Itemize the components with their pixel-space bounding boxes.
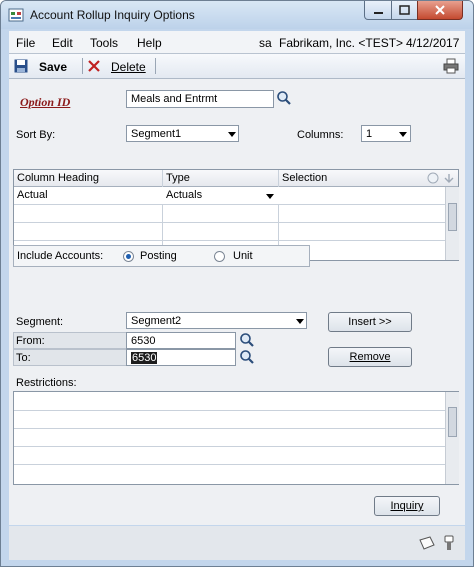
columns-label: Columns: [297,129,344,141]
close-button[interactable] [417,1,463,20]
include-accounts-label: Include Accounts: [17,250,104,262]
delete-icon [88,60,100,72]
row-divider [14,464,445,465]
lookup-icon[interactable] [239,349,255,365]
maximize-button[interactable] [391,1,418,20]
menu-tools[interactable]: Tools [90,36,118,50]
sort-by-dropdown[interactable]: Segment1 [126,125,239,142]
menu-help[interactable]: Help [137,36,162,50]
delete-button[interactable]: Delete [111,60,146,74]
type-header[interactable]: Type [166,172,190,184]
window: Account Rollup Inquiry Options File Edit… [0,0,474,567]
note-icon[interactable] [419,536,435,550]
chevron-down-icon[interactable] [266,194,274,199]
minimize-button[interactable] [364,1,392,20]
to-label: To: [16,352,31,364]
column-heading-cell[interactable]: Actual [17,189,48,201]
restrictions-list [13,391,459,485]
grid-arrow-icon[interactable] [442,171,456,185]
remove-button[interactable]: Remove [328,347,412,367]
form-body: Option ID Meals and Entrmt Sort By: Segm… [9,79,465,525]
row-divider [14,428,445,429]
toolbar: Save Delete [9,54,465,79]
from-label: From: [16,335,45,347]
segment-dropdown[interactable]: Segment2 [126,312,307,329]
posting-radio-label[interactable]: Posting [140,250,177,262]
user-id: sa [259,36,272,50]
scrollbar-thumb[interactable] [448,203,457,231]
menu-file[interactable]: File [16,36,35,50]
title-bar[interactable]: Account Rollup Inquiry Options [1,1,473,29]
help-icon[interactable] [442,535,456,551]
to-field-value[interactable]: 6530 [131,352,158,364]
option-id-label: Option ID [20,95,71,109]
menu-bar: File Edit Tools Help sa Fabrikam, Inc. <… [9,31,465,54]
window-title: Account Rollup Inquiry Options [30,8,195,22]
chevron-down-icon [399,132,407,137]
posting-radio[interactable] [123,251,134,262]
row-divider [14,446,445,447]
grid-expand-icon[interactable] [426,171,440,185]
user-date: 4/12/2017 [406,36,460,50]
grid-scrollbar[interactable] [445,187,459,260]
option-id-field[interactable]: Meals and Entrmt [126,90,274,108]
toolbar-divider [155,58,156,74]
type-cell[interactable]: Actuals [166,189,202,201]
unit-radio-label[interactable]: Unit [233,250,253,262]
print-icon[interactable] [443,58,459,74]
lookup-icon[interactable] [239,332,255,348]
inquiry-button[interactable]: Inquiry [374,496,440,516]
row-divider [14,222,445,223]
unit-radio[interactable] [214,251,225,262]
column-heading-header[interactable]: Column Heading [17,172,99,184]
save-icon [14,59,28,73]
row-divider [14,410,445,411]
save-button[interactable]: Save [39,60,67,74]
app-icon [8,8,24,22]
status-bar [9,526,465,560]
sort-by-label: Sort By: [16,129,56,141]
close-icon [435,5,445,15]
chevron-down-icon [228,132,236,137]
lookup-icon[interactable] [276,90,292,106]
toolbar-divider [82,58,83,74]
selection-header[interactable]: Selection [282,172,327,184]
from-field[interactable]: 6530 [126,332,236,349]
segment-label: Segment: [16,316,64,328]
maximize-icon [399,5,410,15]
minimize-icon [374,12,383,14]
scrollbar-thumb[interactable] [448,407,457,437]
restrictions-label: Restrictions: [16,377,77,389]
to-field[interactable]: 6530 [126,349,236,366]
restrictions-scrollbar[interactable] [445,392,459,484]
chevron-down-icon [296,319,304,324]
table-row[interactable]: Actual Actuals [14,187,445,205]
insert-button[interactable]: Insert >> [328,312,412,332]
company-name: Fabrikam, Inc. <TEST> [279,36,404,50]
row-divider [14,240,445,241]
menu-edit[interactable]: Edit [52,36,73,50]
